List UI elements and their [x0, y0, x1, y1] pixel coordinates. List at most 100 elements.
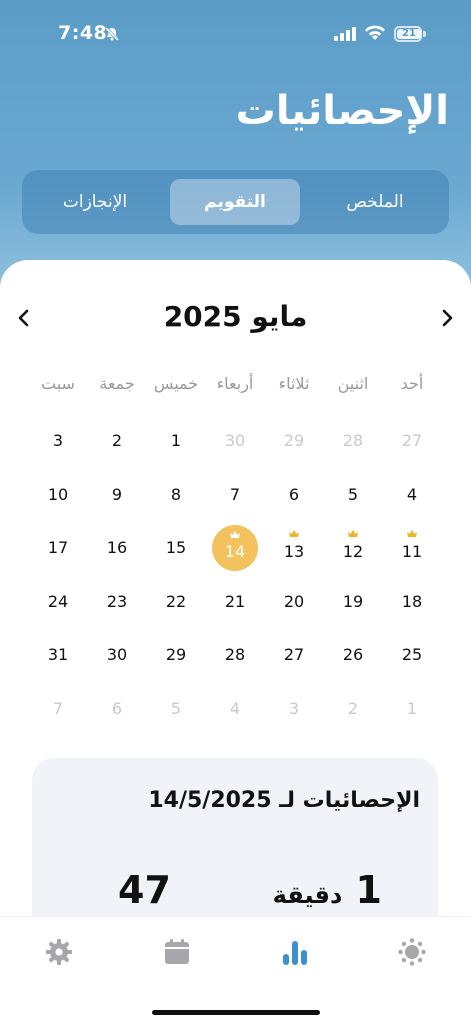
- day-number: 2: [111, 431, 123, 450]
- calendar-day[interactable]: 5: [153, 686, 199, 732]
- calendar-day[interactable]: 29: [153, 632, 199, 678]
- calendar-day[interactable]: 23: [94, 579, 140, 625]
- day-number: 29: [165, 645, 187, 664]
- day-number: 6: [288, 485, 300, 504]
- calendar-day[interactable]: 2: [94, 418, 140, 464]
- calendar-day[interactable]: 29: [271, 418, 317, 464]
- day-number: 28: [342, 431, 364, 450]
- calendar-day[interactable]: 27: [389, 418, 435, 464]
- day-number: 23: [106, 592, 128, 611]
- day-number: 5: [347, 485, 359, 504]
- weekday-label: أربعاء: [216, 374, 254, 393]
- day-number: 5: [170, 699, 182, 718]
- gear-icon[interactable]: [44, 937, 74, 967]
- calendar-day[interactable]: 26: [330, 632, 376, 678]
- tab-summary[interactable]: الملخص: [310, 179, 440, 225]
- calendar-day[interactable]: 21: [212, 579, 258, 625]
- calendar-day[interactable]: 28: [330, 418, 376, 464]
- month-title: مايو 2025: [163, 300, 308, 333]
- tab-achievements[interactable]: الإنجازات: [30, 179, 160, 225]
- calendar-day[interactable]: 1: [153, 418, 199, 464]
- day-number: 26: [342, 645, 364, 664]
- day-number: 1: [170, 431, 182, 450]
- calendar-day[interactable]: 1: [389, 686, 435, 732]
- calendar-day[interactable]: 15: [153, 525, 199, 571]
- day-number: 25: [401, 645, 423, 664]
- day-number: 17: [47, 538, 69, 557]
- calendar-day[interactable]: 17: [35, 525, 81, 571]
- day-number: 6: [111, 699, 123, 718]
- stats-panel: الإحصائيات لـ 14/5/2025 1 دقيقة 47: [32, 758, 438, 928]
- calendar-day[interactable]: 4: [389, 472, 435, 518]
- calendar-day-today[interactable]: 14: [212, 525, 258, 571]
- bar-chart-icon[interactable]: [280, 937, 310, 967]
- calendar-day[interactable]: 30: [94, 632, 140, 678]
- weekday-label: ثلاثاء: [278, 374, 310, 393]
- calendar-day[interactable]: 28: [212, 632, 258, 678]
- calendar-day[interactable]: 25: [389, 632, 435, 678]
- minutes-stat: 1 دقيقة: [273, 868, 382, 912]
- wifi-icon: [365, 25, 385, 40]
- calendar-day[interactable]: 16: [94, 525, 140, 571]
- month-navigation: مايو 2025: [0, 298, 471, 338]
- calendar-day[interactable]: 10: [35, 472, 81, 518]
- calendar-day[interactable]: 19: [330, 579, 376, 625]
- calendar-day[interactable]: 13: [271, 525, 317, 571]
- day-number: 31: [47, 645, 69, 664]
- calendar-day[interactable]: 12: [330, 525, 376, 571]
- crown-icon: [348, 530, 358, 537]
- calendar-day[interactable]: 7: [212, 472, 258, 518]
- calendar-day[interactable]: 24: [35, 579, 81, 625]
- weekday-label: سبت: [41, 374, 75, 393]
- day-number: 3: [288, 699, 300, 718]
- calendar-day[interactable]: 22: [153, 579, 199, 625]
- weekday-label: اثنين: [337, 374, 369, 393]
- crown-icon: [289, 530, 299, 537]
- weekday-label: خميس: [153, 374, 199, 393]
- tab-calendar[interactable]: التقويم: [170, 179, 300, 225]
- calendar-icon[interactable]: [162, 937, 192, 967]
- calendar-day[interactable]: 18: [389, 579, 435, 625]
- battery-level: 21: [397, 29, 421, 39]
- day-number: 9: [111, 485, 123, 504]
- calendar-day[interactable]: 6: [94, 686, 140, 732]
- status-bar: 7:48 21: [0, 0, 471, 70]
- weekday-label: جمعة: [99, 374, 135, 393]
- sun-icon[interactable]: [397, 937, 427, 967]
- count-value: 47: [118, 868, 171, 912]
- status-time: 7:48: [58, 22, 108, 44]
- tab-bar: [0, 916, 471, 1025]
- minutes-unit: دقيقة: [272, 881, 343, 909]
- calendar-day[interactable]: 9: [94, 472, 140, 518]
- day-number: 1: [406, 699, 418, 718]
- calendar-day[interactable]: 7: [35, 686, 81, 732]
- day-number: 11: [401, 542, 423, 561]
- calendar-day[interactable]: 3: [271, 686, 317, 732]
- chevron-right-icon[interactable]: [433, 304, 461, 332]
- day-number: 12: [342, 542, 364, 561]
- calendar-day[interactable]: 11: [389, 525, 435, 571]
- day-number: 27: [283, 645, 305, 664]
- day-number: 14: [224, 542, 246, 561]
- calendar-day[interactable]: 6: [271, 472, 317, 518]
- calendar-day[interactable]: 4: [212, 686, 258, 732]
- day-number: 30: [106, 645, 128, 664]
- day-number: 19: [342, 592, 364, 611]
- calendar-day[interactable]: 5: [330, 472, 376, 518]
- day-number: 15: [165, 538, 187, 557]
- segmented-control: الملخص التقويم الإنجازات: [22, 170, 449, 234]
- day-number: 30: [224, 431, 246, 450]
- calendar-day[interactable]: 31: [35, 632, 81, 678]
- day-number: 3: [52, 431, 64, 450]
- day-number: 13: [283, 542, 305, 561]
- calendar-day[interactable]: 3: [35, 418, 81, 464]
- day-number: 4: [406, 485, 418, 504]
- day-number: 22: [165, 592, 187, 611]
- calendar-day[interactable]: 20: [271, 579, 317, 625]
- calendar-day[interactable]: 2: [330, 686, 376, 732]
- calendar-day[interactable]: 30: [212, 418, 258, 464]
- stats-title: الإحصائيات لـ 14/5/2025: [148, 788, 420, 813]
- calendar-day[interactable]: 8: [153, 472, 199, 518]
- day-number: 4: [229, 699, 241, 718]
- calendar-day[interactable]: 27: [271, 632, 317, 678]
